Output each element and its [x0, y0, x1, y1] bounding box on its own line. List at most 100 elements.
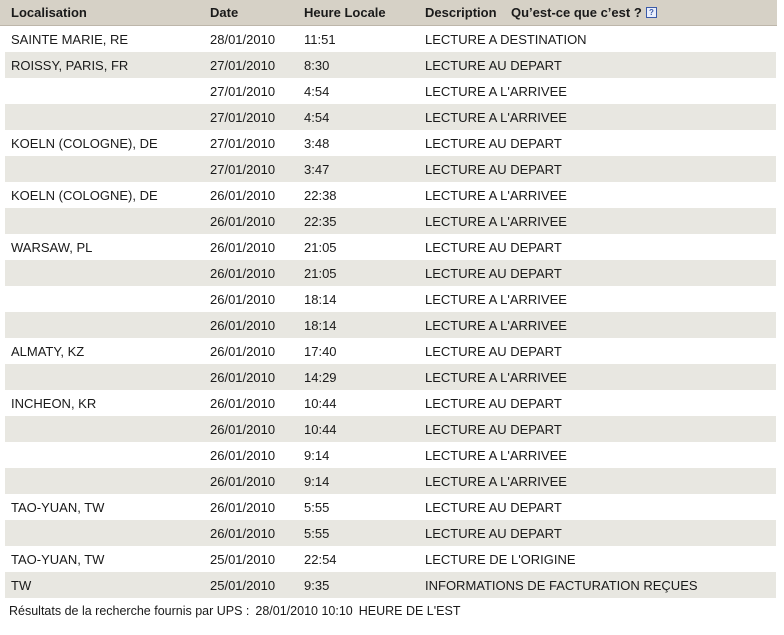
cell-description: LECTURE A L'ARRIVEE	[425, 448, 567, 463]
cell-time: 8:30	[304, 58, 330, 73]
cell-time: 4:54	[304, 84, 330, 99]
help-icon[interactable]: ?	[646, 7, 657, 18]
cell-date: 27/01/2010	[210, 110, 276, 125]
cell-description: LECTURE AU DEPART	[425, 396, 562, 411]
cell-time: 18:14	[304, 292, 337, 307]
cell-description: LECTURE AU DEPART	[425, 58, 562, 73]
cell-time: 4:54	[304, 110, 330, 125]
cell-time: 10:44	[304, 396, 337, 411]
cell-description: LECTURE AU DEPART	[425, 240, 562, 255]
table-row: 27/01/2010 4:54 LECTURE A L'ARRIVEE	[5, 104, 776, 130]
cell-date: 27/01/2010	[210, 136, 276, 151]
cell-date: 26/01/2010	[210, 266, 276, 281]
table-row: KOELN (COLOGNE), DE 26/01/2010 22:38 LECTUR…	[5, 182, 776, 208]
table-row: INCHEON, KR 26/01/2010 10:44 LECTURE AU DEP…	[5, 390, 776, 416]
cell-description: LECTURE A L'ARRIVEE	[425, 110, 567, 125]
table-row: 26/01/2010 21:05 LECTURE AU DEPART	[5, 260, 776, 286]
cell-time: 22:35	[304, 214, 337, 229]
cell-description: LECTURE AU DEPART	[425, 422, 562, 437]
cell-location: WARSAW, PL	[11, 240, 93, 255]
table-row: ROISSY, PARIS, FR 27/01/2010 8:30 LECTURE A…	[5, 52, 776, 78]
cell-time: 21:05	[304, 266, 337, 281]
cell-location: INCHEON, KR	[11, 396, 97, 411]
cell-time: 9:14	[304, 448, 330, 463]
table-header: Localisation Date Heure Locale Descripti…	[0, 0, 777, 26]
cell-date: 26/01/2010	[210, 500, 276, 515]
cell-description: LECTURE A L'ARRIVEE	[425, 214, 567, 229]
search-results-footer: Résultats de la recherche fournis par UP…	[9, 604, 460, 618]
cell-location: ALMATY, KZ	[11, 344, 85, 359]
cell-time: 14:29	[304, 370, 337, 385]
cell-date: 26/01/2010	[210, 240, 276, 255]
help-link[interactable]: Qu’est-ce que c’est ?	[511, 5, 642, 20]
cell-date: 26/01/2010	[210, 214, 276, 229]
header-description: Description	[425, 5, 497, 20]
cell-description: LECTURE AU DEPART	[425, 500, 562, 515]
footer-timezone: HEURE DE L'EST	[358, 604, 461, 618]
cell-description: LECTURE AU DEPART	[425, 266, 562, 281]
cell-description: LECTURE A L'ARRIVEE	[425, 370, 567, 385]
footer-datetime: 28/01/2010 10:10	[255, 604, 353, 618]
header-local-time: Heure Locale	[304, 5, 386, 20]
cell-time: 18:14	[304, 318, 337, 333]
cell-description: LECTURE AU DEPART	[425, 344, 562, 359]
cell-date: 26/01/2010	[210, 474, 276, 489]
table-row: KOELN (COLOGNE), DE 27/01/2010 3:48 LECTURE…	[5, 130, 776, 156]
cell-date: 27/01/2010	[210, 162, 276, 177]
cell-date: 28/01/2010	[210, 32, 276, 47]
cell-time: 3:48	[304, 136, 330, 151]
cell-date: 27/01/2010	[210, 58, 276, 73]
cell-date: 26/01/2010	[210, 396, 276, 411]
table-row: 26/01/2010 10:44 LECTURE AU DEPART	[5, 416, 776, 442]
cell-time: 5:55	[304, 500, 330, 515]
cell-time: 3:47	[304, 162, 330, 177]
cell-location: TAO-YUAN, TW	[11, 500, 105, 515]
cell-location: ROISSY, PARIS, FR	[11, 58, 129, 73]
cell-description: LECTURE AU DEPART	[425, 526, 562, 541]
cell-time: 5:55	[304, 526, 330, 541]
table-row: 26/01/2010 18:14 LECTURE A L'ARRIVEE	[5, 312, 776, 338]
cell-description: LECTURE A L'ARRIVEE	[425, 318, 567, 333]
cell-time: 9:14	[304, 474, 330, 489]
cell-time: 21:05	[304, 240, 337, 255]
cell-date: 26/01/2010	[210, 292, 276, 307]
cell-date: 26/01/2010	[210, 318, 276, 333]
cell-date: 26/01/2010	[210, 344, 276, 359]
cell-date: 26/01/2010	[210, 370, 276, 385]
cell-date: 25/01/2010	[210, 552, 276, 567]
cell-location: SAINTE MARIE, RE	[11, 32, 129, 47]
cell-time: 10:44	[304, 422, 337, 437]
cell-description: LECTURE AU DEPART	[425, 162, 562, 177]
cell-location: TAO-YUAN, TW	[11, 552, 105, 567]
cell-time: 17:40	[304, 344, 337, 359]
cell-description: LECTURE DE L'ORIGINE	[425, 552, 576, 567]
header-location: Localisation	[11, 5, 87, 20]
table-row: 27/01/2010 4:54 LECTURE A L'ARRIVEE	[5, 78, 776, 104]
cell-date: 26/01/2010	[210, 422, 276, 437]
cell-description: LECTURE A L'ARRIVEE	[425, 84, 567, 99]
cell-date: 26/01/2010	[210, 188, 276, 203]
cell-time: 9:35	[304, 578, 330, 593]
table-row: 26/01/2010 18:14 LECTURE A L'ARRIVEE	[5, 286, 776, 312]
table-row: 26/01/2010 9:14 LECTURE A L'ARRIVEE	[5, 442, 776, 468]
table-row: 26/01/2010 5:55 LECTURE AU DEPART	[5, 520, 776, 546]
table-row: 26/01/2010 14:29 LECTURE A L'ARRIVEE	[5, 364, 776, 390]
table-row: TW 25/01/2010 9:35 INFORMATIONS DE FACTURAT…	[5, 572, 776, 598]
cell-description: INFORMATIONS DE FACTURATION REÇUES	[425, 578, 698, 593]
table-row: ALMATY, KZ 26/01/2010 17:40 LECTURE AU DEPA…	[5, 338, 776, 364]
cell-location: KOELN (COLOGNE), DE	[11, 188, 158, 203]
cell-description: LECTURE AU DEPART	[425, 136, 562, 151]
cell-date: 27/01/2010	[210, 84, 276, 99]
cell-description: LECTURE A L'ARRIVEE	[425, 188, 567, 203]
table-row: TAO-YUAN, TW 25/01/2010 22:54 LECTURE DE L'…	[5, 546, 776, 572]
footer-label: Résultats de la recherche fournis par UP…	[9, 604, 250, 618]
table-row: TAO-YUAN, TW 26/01/2010 5:55 LECTURE AU DEP…	[5, 494, 776, 520]
header-date: Date	[210, 5, 239, 20]
cell-location: KOELN (COLOGNE), DE	[11, 136, 158, 151]
cell-time: 22:38	[304, 188, 337, 203]
table-row: SAINTE MARIE, RE 28/01/2010 11:51 LECTURE A…	[5, 26, 776, 52]
cell-description: LECTURE A L'ARRIVEE	[425, 292, 567, 307]
cell-time: 11:51	[304, 32, 336, 47]
cell-time: 22:54	[304, 552, 337, 567]
cell-description: LECTURE A DESTINATION	[425, 32, 587, 47]
